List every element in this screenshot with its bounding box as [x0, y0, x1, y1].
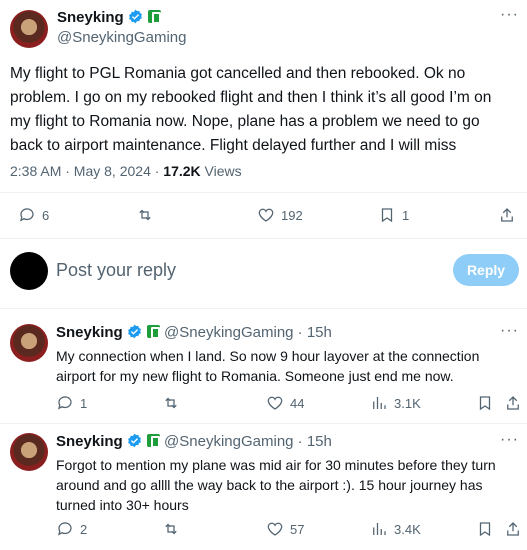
repost-button[interactable]: [136, 206, 154, 224]
divider: [0, 238, 527, 239]
reply-input[interactable]: Post your reply: [56, 260, 176, 281]
reply-count: 6: [42, 207, 50, 223]
divider: [0, 308, 527, 309]
affiliate-badge-icon: [146, 325, 160, 339]
heart-icon: [258, 208, 274, 222]
reply-count: 2: [80, 521, 88, 537]
reply-count: 1: [80, 395, 88, 411]
reply-author-handle[interactable]: @SneykingGaming · 15h: [164, 433, 332, 450]
share-icon: [501, 208, 513, 222]
divider: [0, 423, 527, 424]
repost-button[interactable]: [162, 520, 180, 538]
reply-author-avatar[interactable]: [10, 433, 48, 471]
like-count: 57: [290, 521, 305, 537]
like-button[interactable]: 192: [257, 206, 303, 224]
verified-badge-icon: [128, 433, 142, 448]
author-name-row: Sneyking: [57, 9, 161, 27]
tweet-text: My flight to PGL Romania got cancelled a…: [10, 65, 492, 154]
author-avatar[interactable]: [10, 10, 48, 48]
reply-author-handle[interactable]: @SneykingGaming · 15h: [164, 324, 332, 341]
verified-badge-icon: [128, 324, 142, 339]
more-options-icon[interactable]: ···: [500, 6, 519, 24]
share-button[interactable]: [504, 394, 522, 412]
bookmark-button[interactable]: [476, 520, 494, 538]
views-button[interactable]: 3.1K: [370, 394, 421, 412]
more-options-icon[interactable]: ···: [500, 322, 519, 340]
reply-icon: [58, 396, 72, 410]
bookmark-icon: [381, 208, 393, 223]
user-avatar[interactable]: [10, 252, 48, 290]
like-button[interactable]: 57: [266, 520, 304, 538]
author-name[interactable]: Sneyking: [57, 9, 124, 26]
views-count: 3.1K: [394, 395, 421, 411]
repost-button[interactable]: [162, 394, 180, 412]
like-count: 192: [281, 207, 303, 223]
reply-text: My connection when I land. So now 9 hour…: [56, 348, 480, 384]
reply-author-row: Sneyking @SneykingGaming · 15h: [56, 433, 332, 451]
reply-author-row: Sneyking @SneykingGaming · 15h: [56, 324, 332, 342]
repost-icon: [165, 397, 177, 409]
views-label: Views: [200, 163, 242, 179]
heart-icon: [267, 522, 283, 536]
affiliate-badge-icon: [146, 434, 160, 448]
share-icon: [507, 522, 519, 536]
heart-icon: [267, 396, 283, 410]
analytics-icon: [373, 397, 386, 409]
reply-author-name[interactable]: Sneyking: [56, 324, 123, 341]
reply-button[interactable]: 1: [56, 394, 87, 412]
bookmark-icon: [479, 522, 491, 537]
share-button[interactable]: [498, 206, 516, 224]
like-count: 44: [290, 395, 305, 411]
bookmark-icon: [479, 396, 491, 411]
reply-author-avatar[interactable]: [10, 324, 48, 362]
like-button[interactable]: 44: [266, 394, 304, 412]
bookmark-button[interactable]: 1: [378, 206, 409, 224]
divider: [0, 192, 527, 193]
more-options-icon[interactable]: ···: [500, 431, 519, 449]
share-button[interactable]: [504, 520, 522, 538]
views-button[interactable]: 3.4K: [370, 520, 421, 538]
verified-badge-icon: [129, 9, 143, 24]
reply-icon: [58, 522, 72, 536]
reply-icon: [20, 208, 34, 222]
reply-button[interactable]: 2: [56, 520, 87, 538]
tweet-timestamp[interactable]: 2:38 AM · May 8, 2024 ·: [10, 163, 163, 179]
bookmark-count: 1: [402, 207, 410, 223]
share-icon: [507, 396, 519, 410]
bookmark-button[interactable]: [476, 394, 494, 412]
reply-submit-button[interactable]: Reply: [453, 254, 519, 286]
tweet-meta: 2:38 AM · May 8, 2024 · 17.2K Views: [10, 163, 242, 179]
views-count: 3.4K: [394, 521, 421, 537]
repost-icon: [165, 523, 177, 535]
repost-icon: [139, 209, 151, 221]
analytics-icon: [373, 523, 386, 535]
author-handle[interactable]: @SneykingGaming: [57, 29, 186, 46]
reply-author-name[interactable]: Sneyking: [56, 433, 123, 450]
reply-text: Forgot to mention my plane was mid air f…: [56, 457, 496, 513]
affiliate-badge-icon: [147, 10, 161, 24]
views-count: 17.2K: [163, 163, 201, 179]
reply-button[interactable]: 6: [18, 206, 49, 224]
